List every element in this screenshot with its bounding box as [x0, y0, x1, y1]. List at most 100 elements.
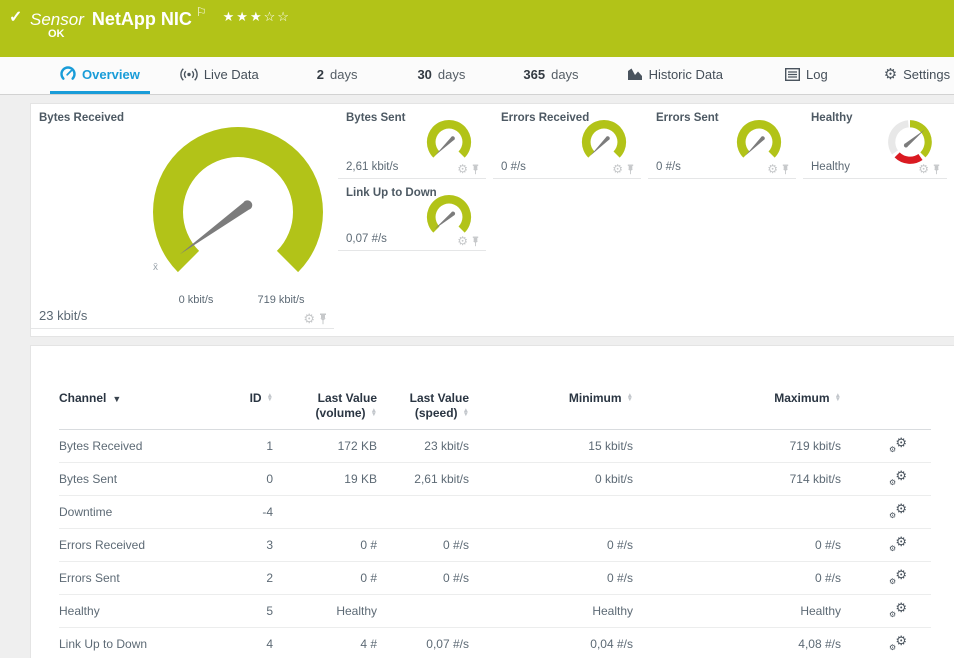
gauge-value: Healthy [811, 161, 850, 173]
column-header-maximum[interactable]: Maximum▲▼ [641, 368, 849, 430]
pin-icon[interactable] [318, 313, 328, 325]
cell-last-value-speed: 2,61 kbit/s [385, 463, 477, 496]
cell-id: 3 [211, 529, 281, 562]
gauge-settings-icon[interactable]: ⚙ [767, 163, 778, 175]
cell-channel[interactable]: Healthy [59, 595, 211, 628]
cell-channel[interactable]: Bytes Received [59, 430, 211, 463]
table-row[interactable]: Errors Received 3 0 # 0 #/s 0 #/s 0 #/s … [59, 529, 931, 562]
gauge-card[interactable]: Healthy Healthy ⚙ [803, 104, 947, 179]
cell-id: 1 [211, 430, 281, 463]
sort-icon: ▲▼ [835, 394, 841, 403]
cell-last-value-volume: 19 KB [281, 463, 385, 496]
tab-2-days[interactable]: 2days [307, 57, 368, 94]
area-chart-icon [627, 67, 643, 81]
status-check-icon: ✓ [9, 7, 22, 27]
broadcast-icon [180, 67, 198, 82]
primary-gauge-card: Bytes Received x̄ 0 kbit/s 719 kbit/s 23… [31, 104, 334, 329]
cell-maximum: 4,08 #/s [641, 628, 849, 658]
average-marker: x̄ [153, 262, 158, 273]
cell-last-value-volume: 0 # [281, 562, 385, 595]
flag-icon[interactable]: ⚐ [196, 5, 207, 19]
table-row[interactable]: Healthy 5 Healthy Healthy Healthy ⚙ ⚙ [59, 595, 931, 628]
cell-id: 5 [211, 595, 281, 628]
channel-table-panel: Channel▼ ID▲▼ Last Value (volume)▲▼ Last… [30, 345, 954, 658]
sort-icon: ▲▼ [267, 394, 273, 403]
tab-label: Historic Data [649, 67, 723, 82]
column-header-last-value-speed[interactable]: Last Value (speed)▲▼ [385, 368, 477, 430]
pin-icon[interactable] [781, 164, 790, 175]
tab-label: Overview [82, 67, 140, 82]
table-row[interactable]: Link Up to Down 4 4 # 0,07 #/s 0,04 #/s … [59, 628, 931, 658]
channel-settings-icon[interactable]: ⚙ ⚙ [889, 602, 907, 618]
gauge-settings-icon[interactable]: ⚙ [918, 163, 929, 175]
channel-settings-icon[interactable]: ⚙ ⚙ [889, 470, 907, 486]
cell-last-value-volume: 172 KB [281, 430, 385, 463]
cell-maximum: 0 #/s [641, 529, 849, 562]
object-type-label: Sensor [30, 10, 84, 29]
cell-last-value-speed: 0 #/s [385, 562, 477, 595]
gear-icon: ⚙ [884, 67, 897, 82]
channel-table: Channel▼ ID▲▼ Last Value (volume)▲▼ Last… [59, 368, 931, 658]
column-header-last-value-volume[interactable]: Last Value (volume)▲▼ [281, 368, 385, 430]
primary-gauge [143, 117, 333, 307]
cell-id: 2 [211, 562, 281, 595]
gauge-card[interactable]: Link Up to Down 0,07 #/s ⚙ [338, 179, 486, 251]
cell-last-value-speed [385, 595, 477, 628]
pin-icon[interactable] [626, 164, 635, 175]
cell-channel[interactable]: Errors Received [59, 529, 211, 562]
gauge-settings-icon[interactable]: ⚙ [457, 163, 468, 175]
tab-overview[interactable]: Overview [50, 57, 150, 94]
column-header-channel[interactable]: Channel▼ [59, 368, 211, 430]
log-icon [785, 68, 800, 81]
channel-settings-icon[interactable]: ⚙ ⚙ [889, 437, 907, 453]
tab-bar: Overview Live Data 2days 30days 365days … [0, 57, 954, 95]
cell-minimum: Healthy [477, 595, 641, 628]
cell-channel[interactable]: Errors Sent [59, 562, 211, 595]
small-gauge [579, 117, 629, 167]
cell-channel[interactable]: Bytes Sent [59, 463, 211, 496]
tab-log[interactable]: Log [775, 57, 838, 94]
cell-id: 4 [211, 628, 281, 658]
sort-icon: ▲▼ [463, 409, 469, 418]
gauge-value: 23 kbit/s [39, 308, 87, 323]
gauge-card[interactable]: Errors Sent 0 #/s ⚙ [648, 104, 796, 179]
gauge-card[interactable]: Errors Received 0 #/s ⚙ [493, 104, 641, 179]
table-row[interactable]: Errors Sent 2 0 # 0 #/s 0 #/s 0 #/s ⚙ ⚙ [59, 562, 931, 595]
gauge-settings-icon[interactable]: ⚙ [303, 312, 315, 325]
table-row[interactable]: Bytes Received 1 172 KB 23 kbit/s 15 kbi… [59, 430, 931, 463]
pin-icon[interactable] [932, 164, 941, 175]
table-row[interactable]: Bytes Sent 0 19 KB 2,61 kbit/s 0 kbit/s … [59, 463, 931, 496]
channel-settings-icon[interactable]: ⚙ ⚙ [889, 569, 907, 585]
tab-label: Settings [903, 67, 950, 82]
tab-historic-data[interactable]: Historic Data [617, 57, 733, 94]
cell-channel[interactable]: Downtime [59, 496, 211, 529]
tab-live-data[interactable]: Live Data [170, 57, 269, 94]
small-gauge [734, 117, 784, 167]
pin-icon[interactable] [471, 164, 480, 175]
gauge-settings-icon[interactable]: ⚙ [457, 235, 468, 247]
priority-stars[interactable]: ★★★☆☆ [223, 9, 291, 24]
column-header-id[interactable]: ID▲▼ [211, 368, 281, 430]
tab-30-days[interactable]: 30days [407, 57, 475, 94]
cell-minimum [477, 496, 641, 529]
gauge-value: 0 #/s [501, 161, 526, 173]
table-row[interactable]: Downtime -4 ⚙ ⚙ [59, 496, 931, 529]
sensor-header: ✓ SensorNetApp NIC⚐★★★☆☆ OK [0, 0, 954, 57]
gauge-card[interactable]: Bytes Sent 2,61 kbit/s ⚙ [338, 104, 486, 179]
cell-last-value-volume: 4 # [281, 628, 385, 658]
tab-365-days[interactable]: 365days [513, 57, 588, 94]
sort-desc-icon: ▼ [112, 394, 121, 404]
cell-minimum: 0,04 #/s [477, 628, 641, 658]
pin-icon[interactable] [471, 236, 480, 247]
cell-id: 0 [211, 463, 281, 496]
gauge-value: 0 #/s [656, 161, 681, 173]
column-header-minimum[interactable]: Minimum▲▼ [477, 368, 641, 430]
channel-settings-icon[interactable]: ⚙ ⚙ [889, 503, 907, 519]
channel-settings-icon[interactable]: ⚙ ⚙ [889, 536, 907, 552]
cell-id: -4 [211, 496, 281, 529]
gauge-settings-icon[interactable]: ⚙ [612, 163, 623, 175]
cell-channel[interactable]: Link Up to Down [59, 628, 211, 658]
cell-minimum: 0 kbit/s [477, 463, 641, 496]
tab-settings[interactable]: ⚙ Settings [874, 57, 954, 94]
channel-settings-icon[interactable]: ⚙ ⚙ [889, 635, 907, 651]
